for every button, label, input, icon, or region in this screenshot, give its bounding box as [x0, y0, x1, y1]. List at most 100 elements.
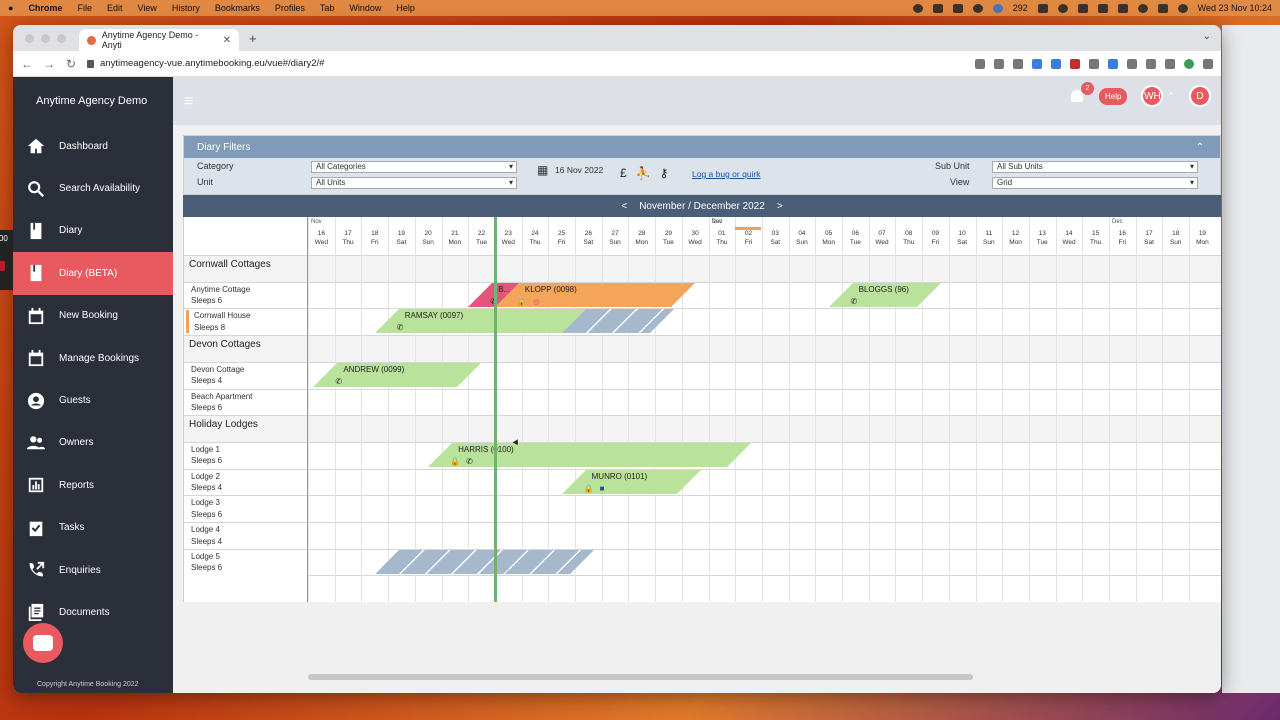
booking-bar[interactable]: HARRIS (0100) 🔒 ✆: [428, 442, 752, 467]
day-header[interactable]: 22 Tue: [468, 229, 495, 247]
notifications-button[interactable]: 2: [1069, 82, 1094, 104]
camera-icon[interactable]: [1127, 58, 1137, 69]
extension-icon[interactable]: [1051, 58, 1061, 69]
day-header[interactable]: 25 Fri: [548, 229, 575, 247]
key-icon[interactable]: ⚷: [660, 166, 669, 180]
unit-label[interactable]: Cornwall House Sleeps 8: [186, 310, 250, 334]
day-header[interactable]: 28 Mon: [628, 229, 655, 247]
day-header[interactable]: 13 Tue: [1029, 229, 1056, 247]
menu-edit[interactable]: Edit: [107, 3, 123, 13]
walker-icon[interactable]: ⛹: [636, 166, 651, 180]
log-bug-link[interactable]: Log a bug or quirk: [692, 169, 761, 179]
day-header[interactable]: 30 Wed: [682, 229, 709, 247]
day-header[interactable]: 08 Thu: [895, 229, 922, 247]
unit-label[interactable]: Lodge 4 Sleeps 4: [191, 524, 222, 547]
day-header[interactable]: 11 Sun: [976, 229, 1003, 247]
day-header[interactable]: 14 Wed: [1056, 229, 1083, 247]
siri-icon[interactable]: [1177, 3, 1188, 13]
category-select[interactable]: All Categories: [311, 161, 517, 173]
day-header[interactable]: 03 Sat: [762, 229, 789, 247]
day-header[interactable]: 23 Wed: [495, 229, 522, 247]
next-month-button[interactable]: >: [777, 201, 783, 212]
extension-icon[interactable]: [1032, 58, 1042, 69]
day-header[interactable]: 16 Fri: [1109, 229, 1136, 247]
sidebar-item-new-booking[interactable]: New Booking: [13, 295, 173, 337]
reload-icon[interactable]: ↻: [65, 57, 77, 71]
menu-file[interactable]: File: [77, 3, 92, 13]
filters-header[interactable]: Diary Filters ⌃: [184, 136, 1220, 158]
new-tab-icon[interactable]: +: [249, 31, 257, 46]
booking-bar[interactable]: BLOGGS (96) ✆: [828, 282, 941, 307]
extension-icon[interactable]: [1070, 58, 1080, 69]
sidebar-item-search-availability[interactable]: Search Availability: [13, 167, 173, 209]
clock[interactable]: Wed 23 Nov 10:24: [1198, 3, 1272, 13]
maximize-window-icon[interactable]: [57, 34, 66, 43]
brand-title[interactable]: Anytime Agency Demo: [13, 77, 173, 125]
day-header[interactable]: 05 Mon: [815, 229, 842, 247]
status-icon[interactable]: [952, 3, 963, 13]
sidebar-item-reports[interactable]: Reports: [13, 464, 173, 506]
forward-icon[interactable]: →: [43, 57, 55, 71]
day-header[interactable]: 18 Fri: [361, 229, 388, 247]
status-icon[interactable]: [912, 3, 923, 13]
day-header[interactable]: 26 Sat: [575, 229, 602, 247]
day-header[interactable]: 02 Fri: [735, 229, 762, 247]
collapse-chevron-icon[interactable]: ⌃: [1196, 142, 1204, 153]
status-icon[interactable]: [1077, 3, 1088, 13]
horizontal-scrollbar[interactable]: [308, 674, 973, 680]
account-avatar[interactable]: D: [1189, 85, 1211, 107]
subunit-select[interactable]: All Sub Units: [992, 161, 1198, 173]
sidebar-item-enquiries[interactable]: Enquiries: [13, 549, 173, 591]
day-header[interactable]: 09 Fri: [922, 229, 949, 247]
bookmark-star-icon[interactable]: [1013, 58, 1023, 69]
collapse-menu-icon[interactable]: ≡: [184, 93, 193, 111]
menu-bookmarks[interactable]: Bookmarks: [215, 3, 260, 13]
day-header[interactable]: 10 Sat: [949, 229, 976, 247]
day-header[interactable]: 29 Tue: [655, 229, 682, 247]
menu-help[interactable]: Help: [396, 3, 415, 13]
calendar-icon[interactable]: ▦: [537, 163, 548, 177]
unit-label[interactable]: Lodge 5 Sleeps 6: [191, 551, 222, 574]
user-avatar[interactable]: WH: [1141, 85, 1164, 107]
browser-tab[interactable]: Anytime Agency Demo - Anyti ✕: [79, 29, 239, 51]
booking-bar[interactable]: KLOPP (0098) 🔒 ◎: [494, 282, 696, 307]
sidebar-item-manage-bookings[interactable]: Manage Bookings: [13, 337, 173, 379]
url-field[interactable]: anytimeagency-vue.anytimebooking.eu/vue#…: [87, 58, 965, 69]
day-header[interactable]: 19 Sat: [388, 229, 415, 247]
wifi-icon[interactable]: [1117, 3, 1128, 13]
extension-icon[interactable]: [1089, 58, 1099, 69]
key-icon[interactable]: [975, 58, 985, 69]
day-header[interactable]: 06 Tue: [842, 229, 869, 247]
day-header[interactable]: 16 Wed: [308, 229, 335, 247]
booking-bar[interactable]: ANDREW (0099) ✆: [313, 362, 482, 387]
date-field[interactable]: 16 Nov 2022: [555, 165, 603, 175]
day-header[interactable]: 17 Thu: [335, 229, 362, 247]
menu-window[interactable]: Window: [349, 3, 381, 13]
sidebar-item-dashboard[interactable]: Dashboard: [13, 125, 173, 167]
sidebar-item-diary[interactable]: Diary: [13, 210, 173, 252]
share-icon[interactable]: [994, 58, 1004, 69]
apple-icon[interactable]: ●: [8, 3, 13, 13]
day-header[interactable]: 04 Sun: [789, 229, 816, 247]
status-icon[interactable]: [1097, 3, 1108, 13]
menu-icon[interactable]: [1203, 58, 1213, 69]
counter-icon[interactable]: [992, 3, 1003, 13]
day-header[interactable]: 27 Sun: [602, 229, 629, 247]
puzzle-icon[interactable]: [1146, 58, 1156, 69]
close-tab-icon[interactable]: ✕: [223, 35, 231, 46]
booking-bar[interactable]: RAMSAY (0097) ✆: [374, 309, 599, 334]
blocked-period[interactable]: [374, 549, 594, 574]
day-header[interactable]: 24 Thu: [522, 229, 549, 247]
minimize-window-icon[interactable]: [41, 34, 50, 43]
menu-profiles[interactable]: Profiles: [275, 3, 305, 13]
sidebar-item-owners[interactable]: Owners: [13, 422, 173, 464]
blocked-period[interactable]: [561, 309, 674, 334]
menu-chrome[interactable]: Chrome: [28, 3, 62, 13]
control-center-icon[interactable]: [1157, 3, 1168, 13]
chevron-up-icon[interactable]: ⌃: [1167, 91, 1175, 102]
back-icon[interactable]: ←: [21, 57, 33, 71]
sidebar-item-guests[interactable]: Guests: [13, 379, 173, 421]
close-window-icon[interactable]: [25, 34, 34, 43]
status-icon[interactable]: [932, 3, 943, 13]
unit-label[interactable]: Anytime Cottage Sleeps 6: [191, 284, 250, 307]
